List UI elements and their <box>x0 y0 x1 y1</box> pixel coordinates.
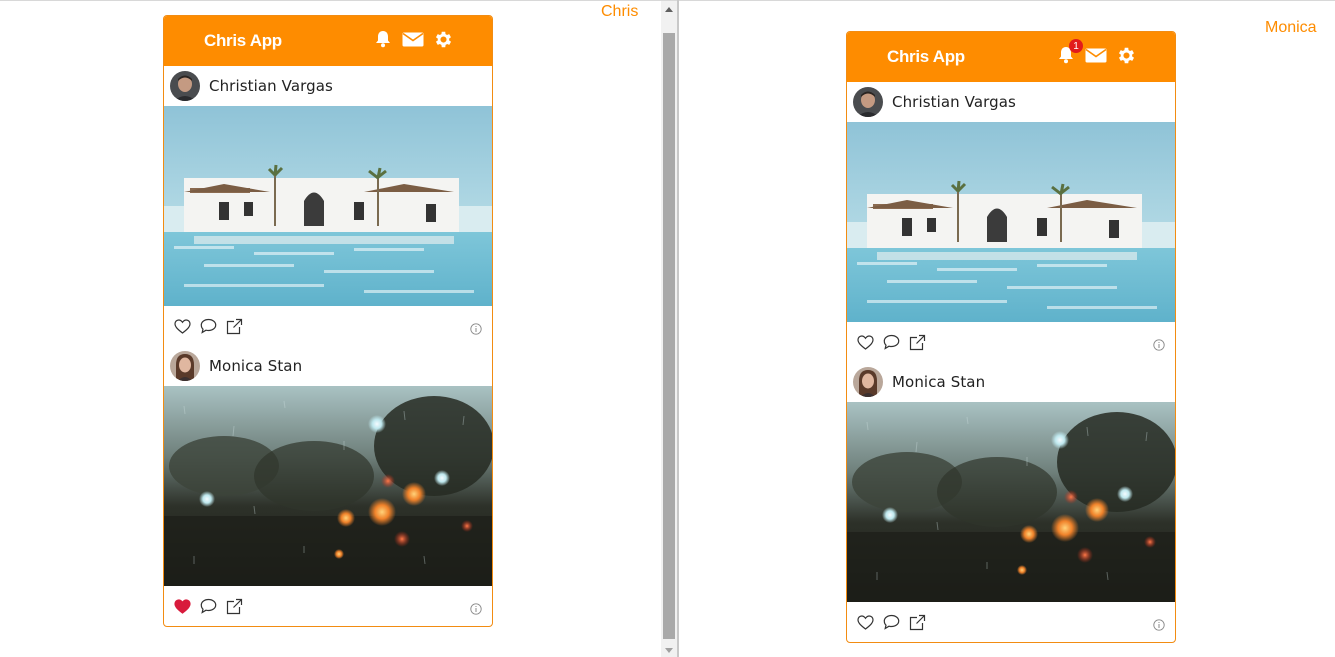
chris-browser-pane: Chris Chris App Christian Vargas Monica … <box>0 1 661 657</box>
post-author[interactable]: Monica Stan <box>209 357 302 375</box>
comment-icon[interactable] <box>199 597 217 615</box>
scroll-up-arrow-icon[interactable] <box>665 7 673 12</box>
villa-pool-photo[interactable] <box>847 122 1175 322</box>
share-icon[interactable] <box>908 333 926 351</box>
rainy-window-photo[interactable] <box>164 386 492 586</box>
gear-icon[interactable] <box>1115 44 1137 66</box>
post-actions <box>164 306 492 346</box>
post-actions <box>847 322 1175 362</box>
user-name-text: Chris <box>601 3 639 20</box>
header-icons <box>372 28 454 50</box>
rainy-window-photo[interactable] <box>847 402 1175 602</box>
post-header: Monica Stan <box>847 362 1175 402</box>
monica-browser-pane: Monica Chris App 1 Christian Vargas Moni… <box>679 1 1335 657</box>
post-card: Monica Stan <box>164 346 492 626</box>
bell-icon[interactable]: 1 <box>1055 39 1083 66</box>
vertical-scrollbar[interactable] <box>661 1 677 657</box>
share-icon[interactable] <box>908 613 926 631</box>
heart-icon-liked[interactable] <box>173 597 191 615</box>
post-actions <box>847 602 1175 642</box>
session-user-label: Chris <box>601 3 638 21</box>
post-author[interactable]: Monica Stan <box>892 373 985 391</box>
post-card: Christian Vargas <box>164 66 492 346</box>
post-author[interactable]: Christian Vargas <box>892 93 1016 111</box>
session-user-label: Monica <box>1265 19 1317 37</box>
share-icon[interactable] <box>225 317 243 335</box>
app-frame: Chris App Christian Vargas Monica Stan <box>163 15 493 627</box>
info-icon[interactable] <box>470 600 482 615</box>
info-icon[interactable] <box>1153 336 1165 351</box>
post-actions <box>164 586 492 626</box>
info-icon[interactable] <box>1153 616 1165 631</box>
mail-icon[interactable] <box>1085 44 1107 66</box>
user-name-text: Monica <box>1265 19 1317 36</box>
heart-icon[interactable] <box>856 333 874 351</box>
app-header: Chris App 1 <box>847 32 1175 82</box>
header-icons: 1 <box>1055 39 1137 66</box>
bell-icon[interactable] <box>372 28 394 50</box>
villa-pool-photo[interactable] <box>164 106 492 306</box>
heart-icon[interactable] <box>856 613 874 631</box>
post-card: Monica Stan <box>847 362 1175 642</box>
avatar[interactable] <box>170 351 200 381</box>
post-header: Monica Stan <box>164 346 492 386</box>
avatar[interactable] <box>853 87 883 117</box>
post-header: Christian Vargas <box>847 82 1175 122</box>
app-header: Chris App <box>164 16 492 66</box>
scroll-down-arrow-icon[interactable] <box>665 648 673 653</box>
info-icon[interactable] <box>470 320 482 335</box>
gear-icon[interactable] <box>432 28 454 50</box>
comment-icon[interactable] <box>199 317 217 335</box>
avatar[interactable] <box>853 367 883 397</box>
post-header: Christian Vargas <box>164 66 492 106</box>
notification-badge: 1 <box>1069 39 1083 53</box>
comment-icon[interactable] <box>882 333 900 351</box>
heart-icon[interactable] <box>173 317 191 335</box>
app-title: Chris App <box>204 31 282 50</box>
avatar[interactable] <box>170 71 200 101</box>
app-frame: Chris App 1 Christian Vargas Monica Stan <box>846 31 1176 643</box>
scrollbar-thumb[interactable] <box>663 33 675 639</box>
app-title: Chris App <box>887 47 965 66</box>
comment-icon[interactable] <box>882 613 900 631</box>
post-card: Christian Vargas <box>847 82 1175 362</box>
post-author[interactable]: Christian Vargas <box>209 77 333 95</box>
mail-icon[interactable] <box>402 28 424 50</box>
share-icon[interactable] <box>225 597 243 615</box>
